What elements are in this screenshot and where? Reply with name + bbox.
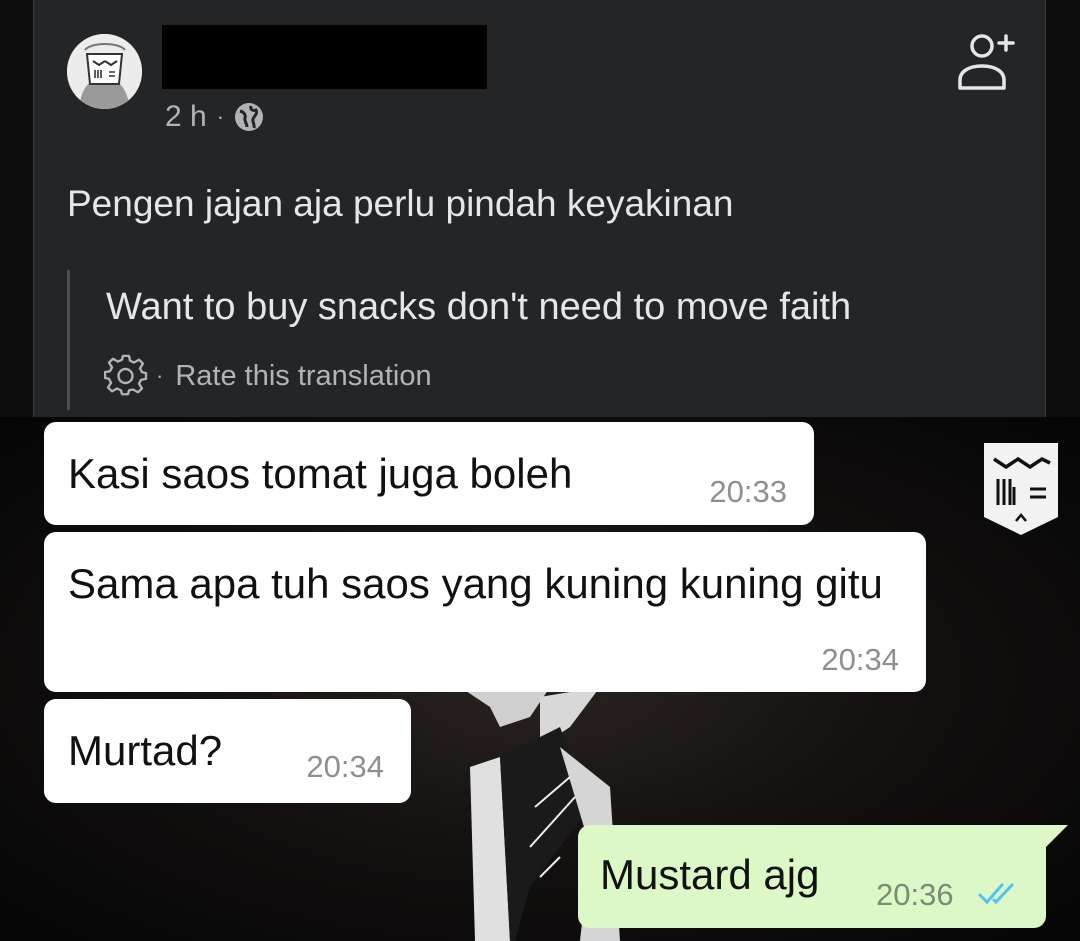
- globe-icon[interactable]: [234, 102, 264, 132]
- redacted-author-name: [162, 25, 487, 89]
- post-card: 2 h · Pengen jajan aja perlu pindah keya…: [33, 0, 1046, 417]
- add-friend-button[interactable]: [954, 30, 1018, 94]
- meta-separator: ·: [216, 104, 225, 129]
- message-bubble-incoming[interactable]: Sama apa tuh saos yang kuning kuning git…: [44, 532, 926, 692]
- message-time: 20:33: [709, 474, 787, 509]
- message-bubble-incoming[interactable]: Murtad? 20:34: [44, 699, 411, 803]
- chat-conversation: Kasi saos tomat juga boleh 20:33 Sama ap…: [0, 417, 1080, 941]
- gear-icon: [104, 354, 148, 396]
- message-text: Kasi saos tomat juga boleh: [68, 450, 573, 497]
- translation-text: Want to buy snacks don't need to move fa…: [106, 286, 852, 328]
- translation-block: Want to buy snacks don't need to move fa…: [67, 270, 1007, 410]
- message-time: 20:34: [306, 749, 384, 784]
- message-bubble-outgoing[interactable]: Mustard ajg 20:36: [578, 825, 1068, 928]
- screenshot: 2 h · Pengen jajan aja perlu pindah keya…: [0, 0, 1080, 941]
- contact-emblem: [984, 443, 1058, 535]
- message-bubble-incoming[interactable]: Kasi saos tomat juga boleh 20:33: [44, 422, 814, 525]
- message-time: 20:36: [876, 877, 954, 912]
- bubble-tail: [1042, 825, 1068, 851]
- rate-separator: ·: [156, 363, 164, 388]
- post-timestamp[interactable]: 2 h: [165, 100, 207, 134]
- message-text: Sama apa tuh saos yang kuning kuning git…: [68, 560, 883, 607]
- rate-translation-link[interactable]: Rate this translation: [175, 360, 431, 393]
- post-meta: 2 h ·: [165, 99, 264, 135]
- message-time: 20:34: [821, 642, 899, 677]
- add-friend-icon: [958, 34, 1015, 90]
- message-text: Mustard ajg: [600, 851, 820, 898]
- avatar[interactable]: [67, 34, 142, 109]
- rate-translation-row[interactable]: · Rate this translation: [104, 354, 432, 398]
- avatar-illustration: [67, 34, 142, 109]
- post-text: Pengen jajan aja perlu pindah keyakinan: [67, 183, 734, 224]
- double-check-icon: [978, 883, 1014, 905]
- message-text: Murtad?: [68, 727, 223, 774]
